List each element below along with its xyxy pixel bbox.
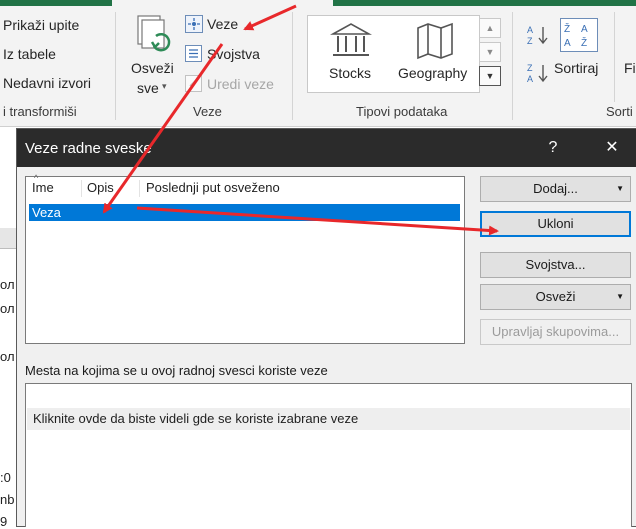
annotation-arrow	[102, 43, 224, 214]
annotation-arrow	[243, 4, 297, 31]
annotation-arrows	[102, 4, 499, 236]
annotation-arrow	[136, 206, 499, 236]
